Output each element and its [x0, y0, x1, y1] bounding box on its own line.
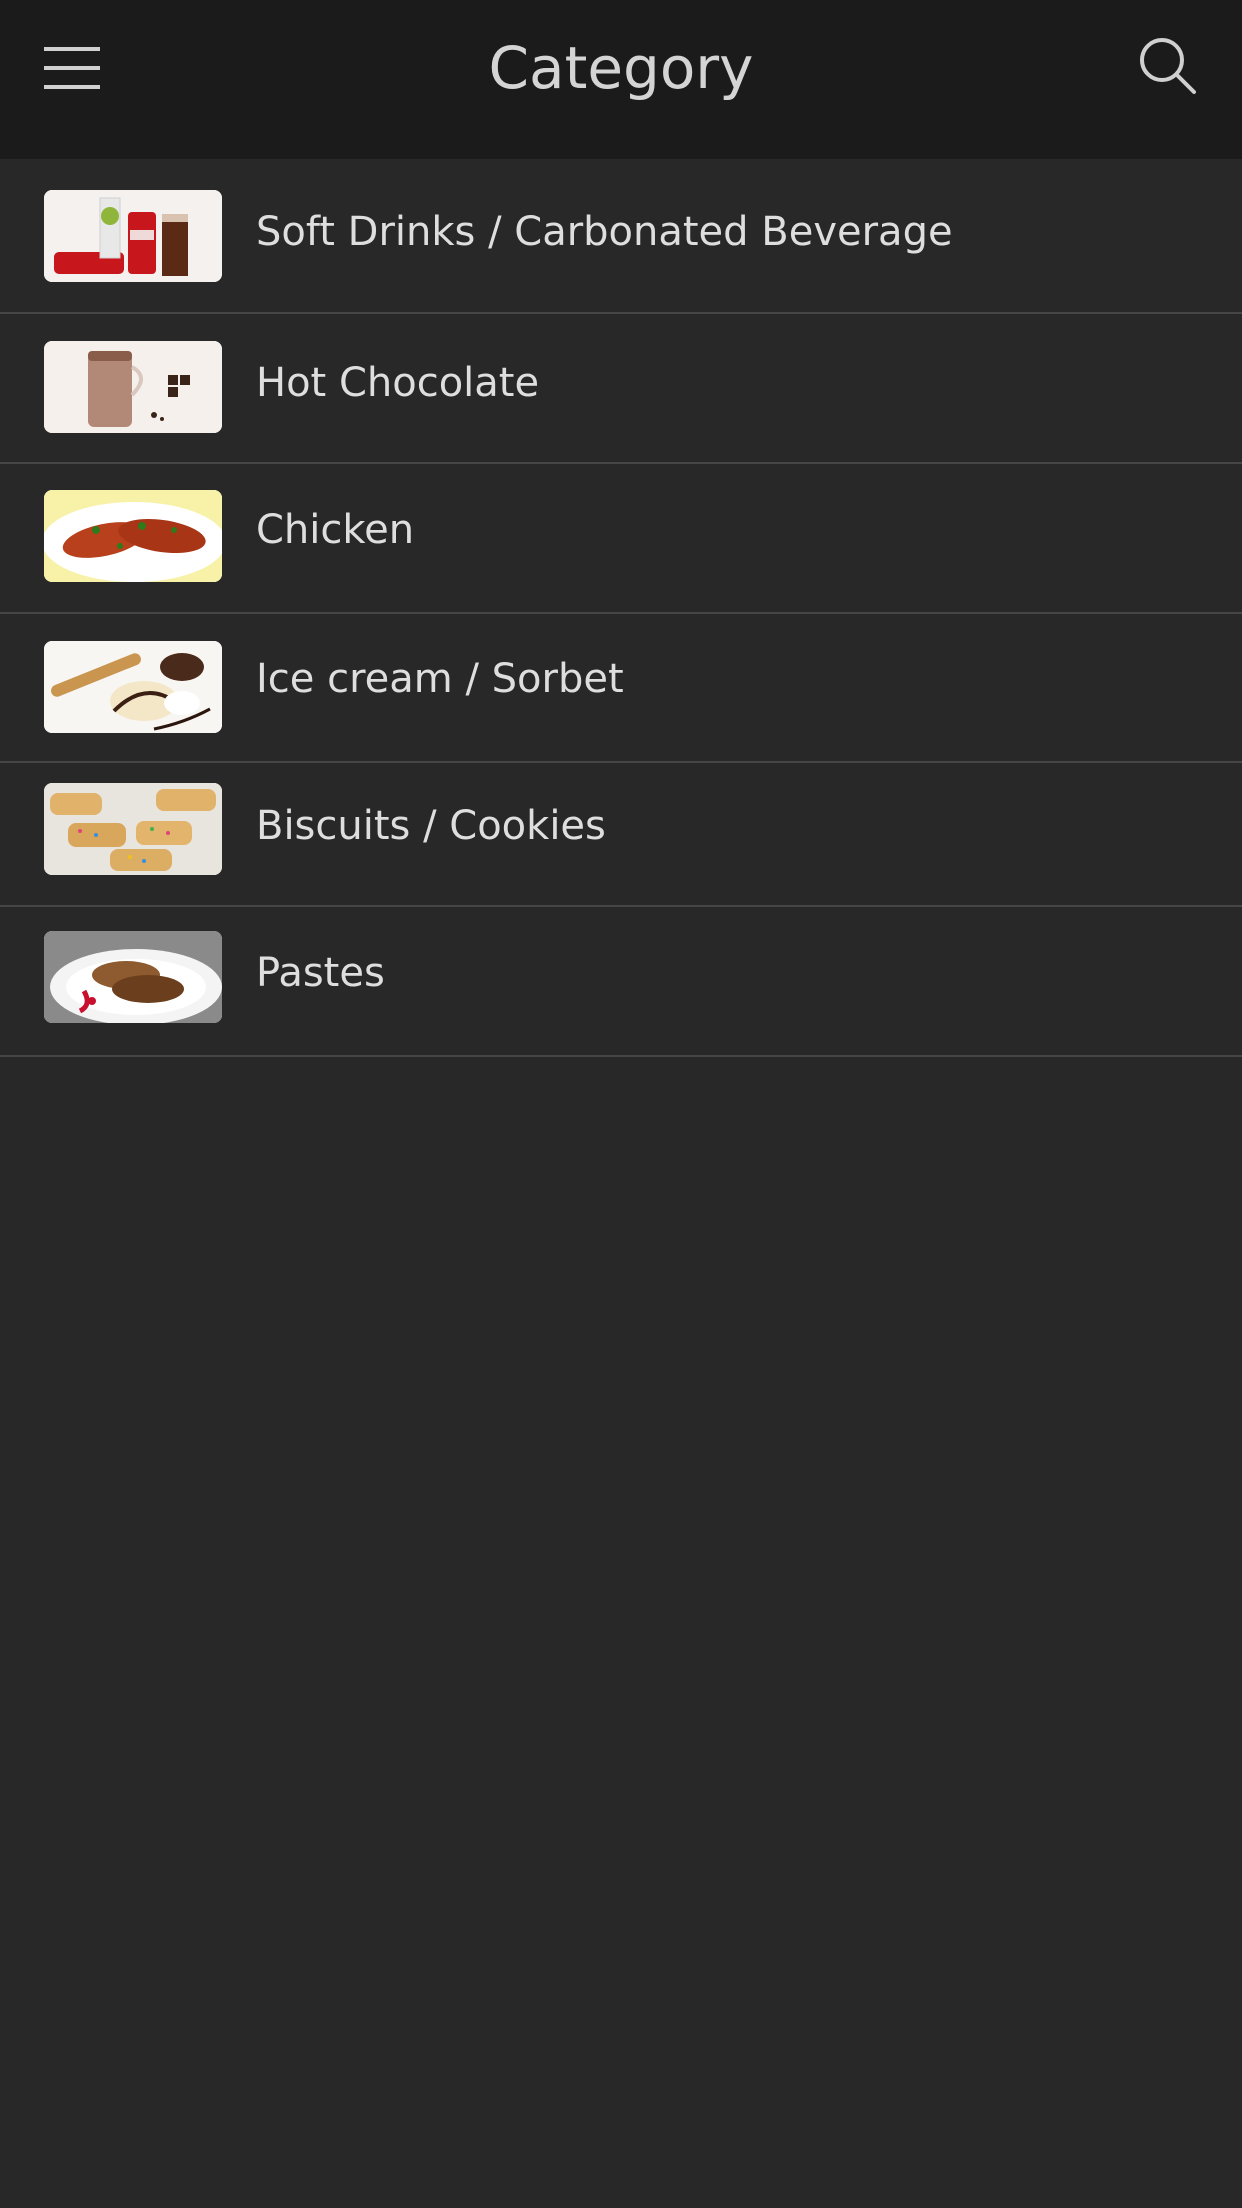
category-list: Soft Drinks / Carbonated Beverage Hot Ch… — [0, 159, 1242, 1057]
soft-drinks-thumbnail — [44, 190, 222, 282]
list-item-label: Pastes — [256, 950, 385, 996]
search-icon — [1140, 38, 1196, 94]
biscuits-thumbnail — [44, 783, 222, 875]
list-item[interactable]: Soft Drinks / Carbonated Beverage — [0, 159, 1242, 314]
top-app-bar: Category — [0, 0, 1242, 159]
list-item[interactable]: Chicken — [0, 464, 1242, 614]
list-item[interactable]: Ice cream / Sorbet — [0, 614, 1242, 763]
list-item[interactable]: Hot Chocolate — [0, 314, 1242, 464]
list-item-label: Biscuits / Cookies — [256, 803, 606, 849]
pastes-thumbnail — [44, 931, 222, 1023]
chicken-thumbnail — [44, 490, 222, 582]
page-title: Category — [488, 34, 754, 102]
list-item-label: Ice cream / Sorbet — [256, 656, 624, 702]
hot-chocolate-thumbnail — [44, 341, 222, 433]
ice-cream-thumbnail — [44, 641, 222, 733]
list-item[interactable]: Pastes — [0, 907, 1242, 1057]
list-item-label: Chicken — [256, 507, 415, 553]
hamburger-menu-icon — [44, 47, 100, 89]
search-button[interactable] — [1138, 36, 1198, 96]
menu-button[interactable] — [44, 40, 100, 96]
list-item-label: Hot Chocolate — [256, 360, 540, 406]
category-screen: Category Soft Drinks / Carbonated Bevera… — [0, 0, 1242, 2208]
list-item[interactable]: Biscuits / Cookies — [0, 763, 1242, 907]
list-item-label: Soft Drinks / Carbonated Beverage — [256, 209, 953, 255]
